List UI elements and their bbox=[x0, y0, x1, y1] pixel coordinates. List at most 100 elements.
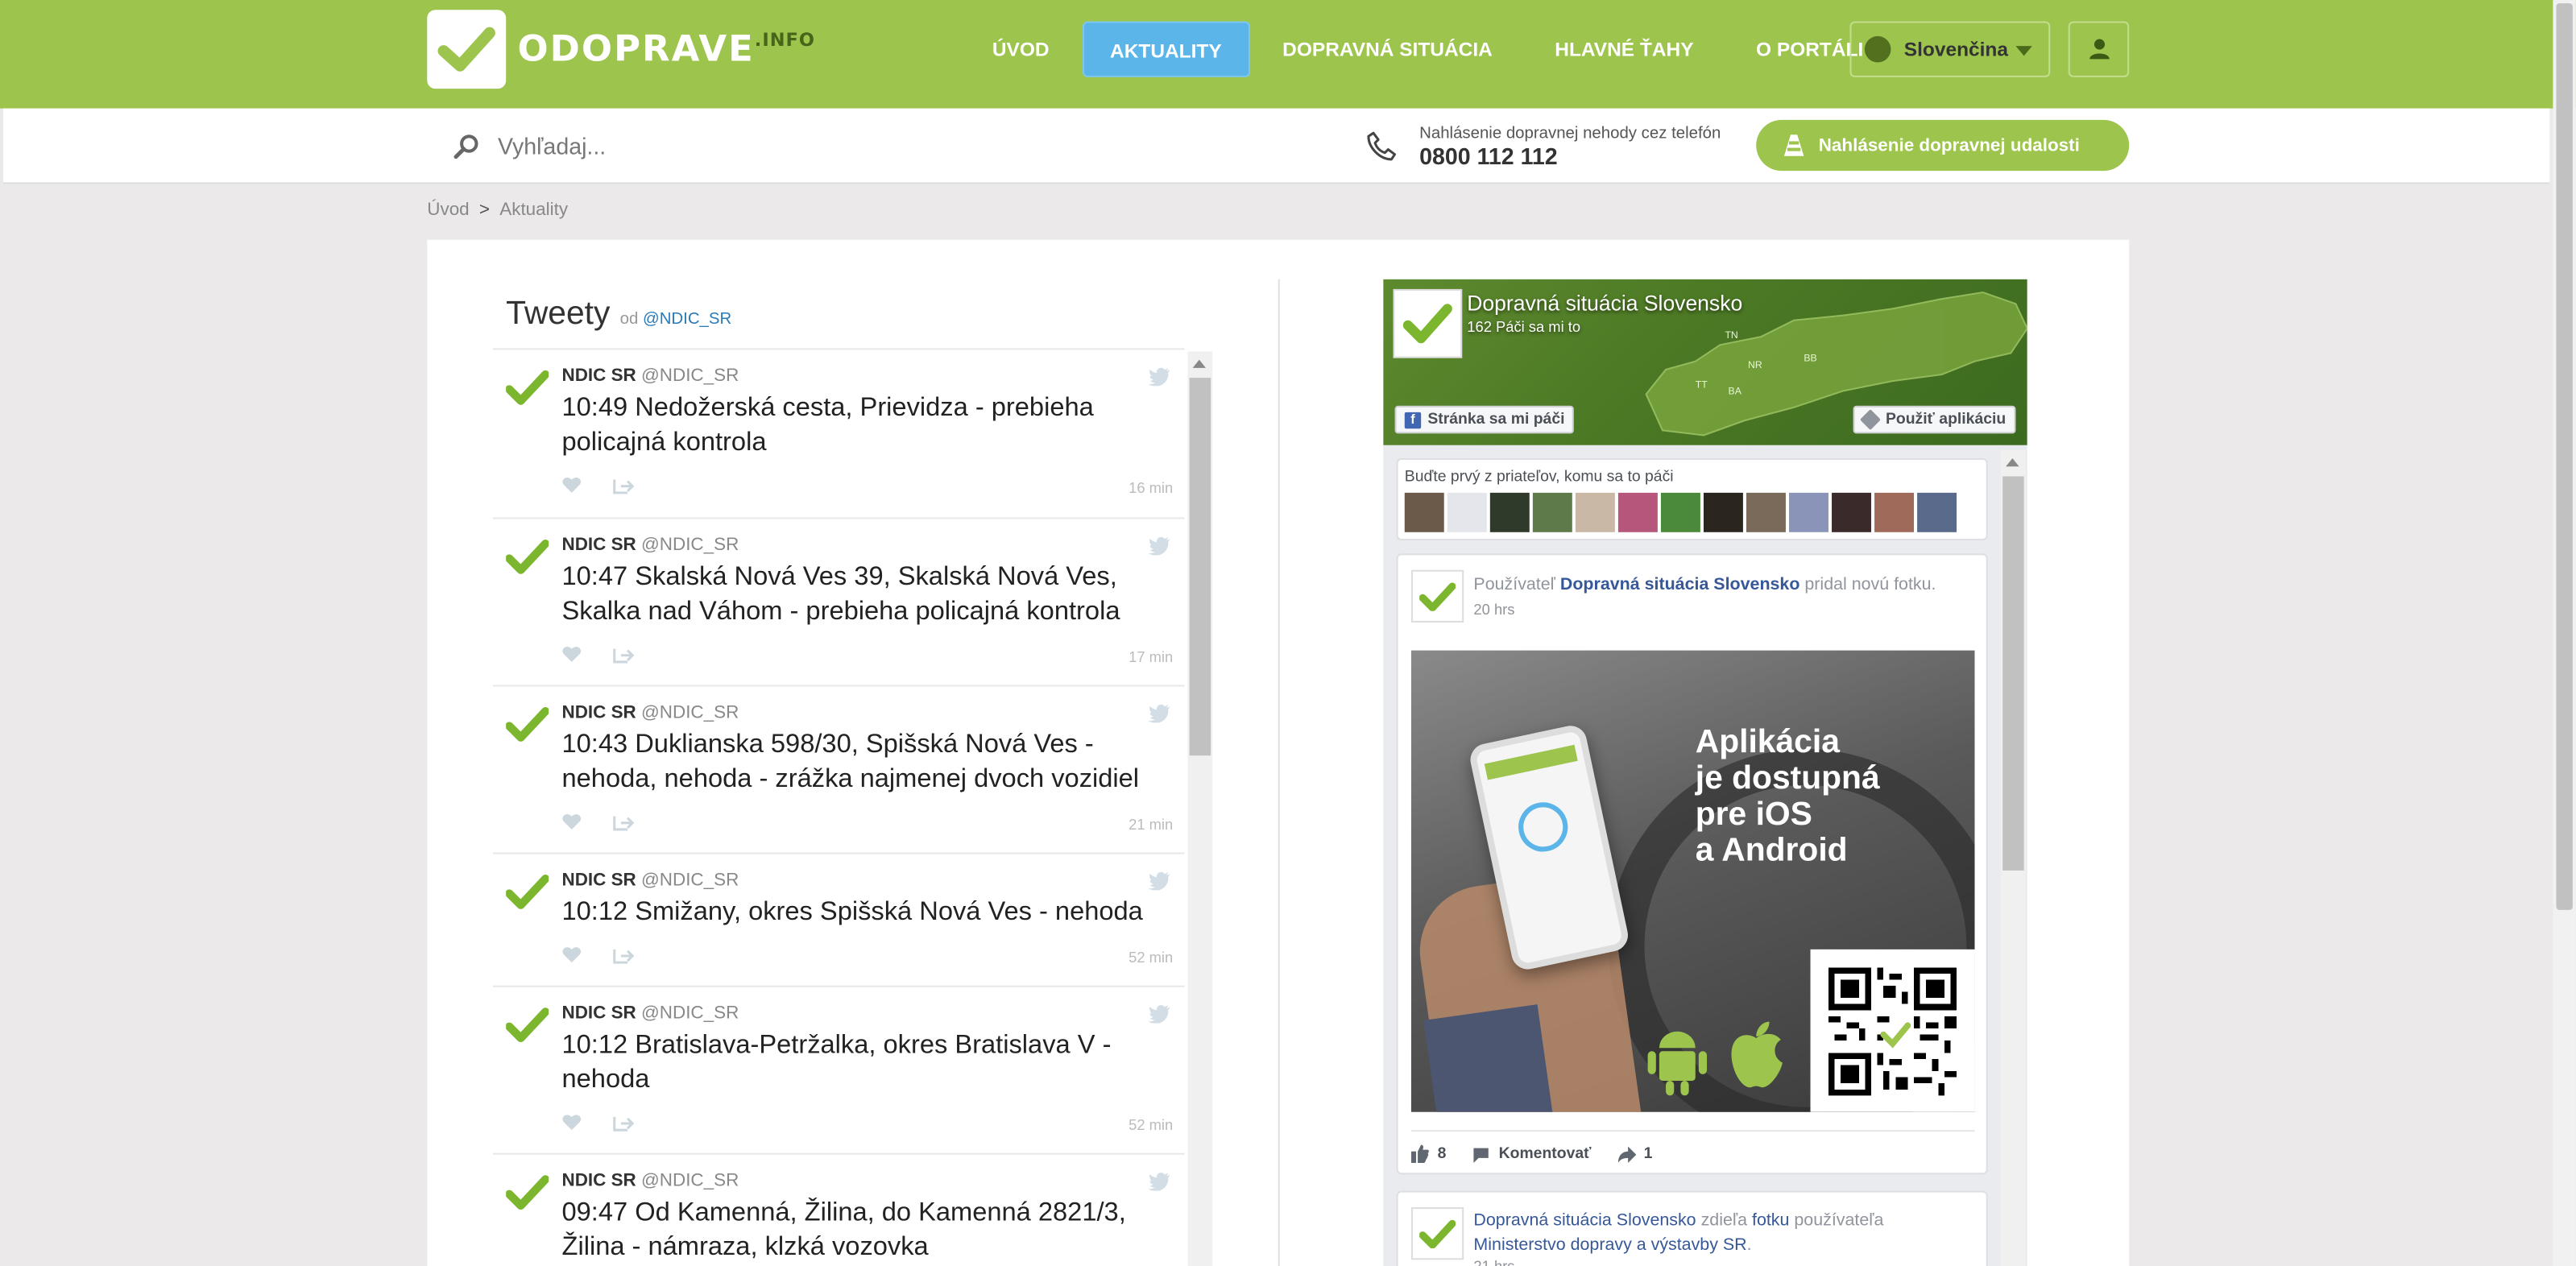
tweets-by-handle-link[interactable]: @NDIC_SR bbox=[643, 310, 731, 328]
tweet-item: NDIC SR @NDIC_SR 10:49 Nedožerská cesta,… bbox=[492, 350, 1185, 519]
friend-avatar[interactable] bbox=[1617, 492, 1658, 532]
post-photo[interactable]: Aplikácia je dostupná pre iOS a Android bbox=[1410, 650, 1975, 1112]
share-icon[interactable] bbox=[613, 946, 635, 964]
nav-item-hlavne-tahy[interactable]: HLAVNÉ ŤAHY bbox=[1529, 22, 1721, 77]
share-icon[interactable] bbox=[613, 1114, 635, 1132]
friend-avatar[interactable] bbox=[1489, 492, 1530, 532]
search-input[interactable] bbox=[497, 128, 1155, 164]
facebook-page-avatar[interactable] bbox=[1393, 288, 1463, 358]
twitter-bird-icon[interactable] bbox=[1148, 1171, 1172, 1191]
share-icon[interactable] bbox=[613, 476, 635, 494]
tweet-time[interactable]: 16 min bbox=[1129, 480, 1173, 496]
friend-avatar[interactable] bbox=[1447, 492, 1487, 532]
friend-avatar[interactable] bbox=[1832, 492, 1871, 532]
language-select[interactable]: Slovenčina bbox=[1849, 21, 2051, 77]
friend-avatar[interactable] bbox=[1575, 492, 1615, 532]
ndic-avatar-check-icon[interactable] bbox=[506, 370, 549, 406]
tweet-author[interactable]: NDIC SR bbox=[562, 1003, 636, 1023]
facebook-like-page-button[interactable]: f Stránka sa mi páči bbox=[1394, 405, 1575, 434]
friend-avatar[interactable] bbox=[1789, 492, 1828, 532]
post-time[interactable]: 20 hrs bbox=[1473, 601, 1514, 617]
tweet-handle[interactable]: @NDIC_SR bbox=[641, 536, 739, 555]
twitter-bird-icon[interactable] bbox=[1148, 536, 1172, 556]
qr-code[interactable] bbox=[1810, 949, 1975, 1112]
post-text-of-user: používateľa bbox=[1794, 1210, 1884, 1231]
page-scrollbar[interactable] bbox=[2553, 0, 2576, 1266]
share-icon[interactable] bbox=[613, 813, 635, 831]
nav-item-dopravna-situacia[interactable]: DOPRAVNÁ SITUÁCIA bbox=[1257, 22, 1519, 77]
friend-avatar[interactable] bbox=[1917, 492, 1957, 532]
breadcrumb-home[interactable]: Úvod bbox=[427, 201, 469, 220]
tweet-time[interactable]: 52 min bbox=[1129, 1117, 1173, 1133]
scrollbar-thumb[interactable] bbox=[2002, 476, 2024, 871]
tweet-handle[interactable]: @NDIC_SR bbox=[641, 366, 739, 386]
user-account-button[interactable] bbox=[2068, 21, 2130, 77]
tweet-author[interactable]: NDIC SR bbox=[562, 536, 636, 555]
ndic-avatar-check-icon[interactable] bbox=[506, 1174, 549, 1210]
comment-button[interactable]: Komentovať bbox=[1472, 1145, 1591, 1163]
twitter-bird-icon[interactable] bbox=[1148, 871, 1172, 891]
post-author-avatar[interactable] bbox=[1410, 569, 1464, 623]
tweet-author[interactable]: NDIC SR bbox=[562, 871, 636, 890]
ndic-avatar-check-icon[interactable] bbox=[506, 706, 549, 743]
tweet-handle[interactable]: @NDIC_SR bbox=[641, 1171, 739, 1190]
app-cube-icon bbox=[1859, 409, 1881, 431]
tweet-handle[interactable]: @NDIC_SR bbox=[641, 871, 739, 890]
twitter-bird-icon[interactable] bbox=[1148, 703, 1172, 723]
tweet-time[interactable]: 52 min bbox=[1129, 950, 1173, 966]
friend-avatar[interactable] bbox=[1703, 492, 1743, 532]
facebook-scrollbar[interactable] bbox=[2001, 449, 2026, 1266]
friend-avatar[interactable] bbox=[1404, 492, 1444, 532]
scroll-up-arrow-icon[interactable] bbox=[2006, 458, 2019, 467]
friend-avatar[interactable] bbox=[1532, 492, 1572, 532]
scroll-up-arrow-icon[interactable] bbox=[1192, 359, 1206, 368]
facebook-page-name[interactable]: Dopravná situácia Slovensko bbox=[1467, 291, 1742, 316]
post-like-count[interactable]: 8 bbox=[1410, 1144, 1446, 1163]
facebook-use-app-button[interactable]: Použiť aplikáciu bbox=[1853, 405, 2016, 434]
tweet-author[interactable]: NDIC SR bbox=[562, 1171, 636, 1190]
friend-avatar[interactable] bbox=[1746, 492, 1786, 532]
post-author-link[interactable]: Dopravná situácia Slovensko bbox=[1473, 1210, 1696, 1230]
tweets-scrollbar[interactable] bbox=[1187, 351, 1213, 1266]
column-divider bbox=[1278, 279, 1280, 1266]
ndic-avatar-check-icon[interactable] bbox=[506, 874, 549, 910]
heart-icon[interactable] bbox=[562, 813, 582, 831]
tweet-time[interactable]: 17 min bbox=[1129, 649, 1173, 665]
post-photo-link[interactable]: fotku bbox=[1752, 1210, 1789, 1230]
post-author-link[interactable]: Dopravná situácia Slovensko bbox=[1560, 575, 1800, 594]
facebook-cover-photo[interactable]: BA TT NR TN BB Dopravná situácia Slovens… bbox=[1383, 279, 2027, 445]
heart-icon[interactable] bbox=[562, 1114, 582, 1132]
ndic-avatar-check-icon[interactable] bbox=[506, 1007, 549, 1043]
share-arrow-icon bbox=[1617, 1145, 1636, 1162]
breadcrumb: Úvod > Aktuality bbox=[427, 201, 568, 220]
friend-avatar[interactable] bbox=[1660, 492, 1700, 532]
friend-avatar[interactable] bbox=[1874, 492, 1915, 532]
share-icon[interactable] bbox=[613, 646, 635, 664]
heart-icon[interactable] bbox=[562, 476, 582, 494]
post-source-link[interactable]: Ministerstvo dopravy a výstavby SR bbox=[1473, 1235, 1746, 1255]
tweet-header: NDIC SR @NDIC_SR bbox=[562, 1003, 1185, 1023]
heart-icon[interactable] bbox=[562, 646, 582, 664]
twitter-bird-icon[interactable] bbox=[1148, 1003, 1172, 1024]
ndic-avatar-check-icon[interactable] bbox=[506, 539, 549, 575]
tweet-header: NDIC SR @NDIC_SR bbox=[562, 703, 1185, 722]
scrollbar-thumb[interactable] bbox=[1189, 378, 1211, 756]
report-traffic-event-button[interactable]: Nahlásenie dopravnej udalosti bbox=[1756, 119, 2130, 172]
tweets-title: Tweety bbox=[506, 296, 611, 332]
tweet-time[interactable]: 21 min bbox=[1129, 817, 1173, 833]
nav-item-uvod[interactable]: ÚVOD bbox=[966, 22, 1075, 77]
tweet-author[interactable]: NDIC SR bbox=[562, 703, 636, 722]
page-scrollbar-thumb[interactable] bbox=[2556, 3, 2573, 910]
post-author-avatar[interactable] bbox=[1410, 1207, 1464, 1260]
map-label-bb: BB bbox=[1804, 353, 1816, 364]
tweet-handle[interactable]: @NDIC_SR bbox=[641, 703, 739, 722]
phone-number[interactable]: 0800 112 112 bbox=[1419, 143, 1558, 169]
post-time[interactable]: 21 hrs bbox=[1473, 1258, 1514, 1266]
twitter-bird-icon[interactable] bbox=[1148, 366, 1172, 387]
heart-icon[interactable] bbox=[562, 946, 582, 964]
post-share-count[interactable]: 1 bbox=[1617, 1145, 1652, 1163]
tweet-handle[interactable]: @NDIC_SR bbox=[641, 1003, 739, 1023]
site-logo[interactable]: ODOPRAVE .INFO bbox=[427, 10, 815, 89]
tweet-author[interactable]: NDIC SR bbox=[562, 366, 636, 386]
nav-item-aktuality[interactable]: AKTUALITY bbox=[1082, 21, 1250, 77]
